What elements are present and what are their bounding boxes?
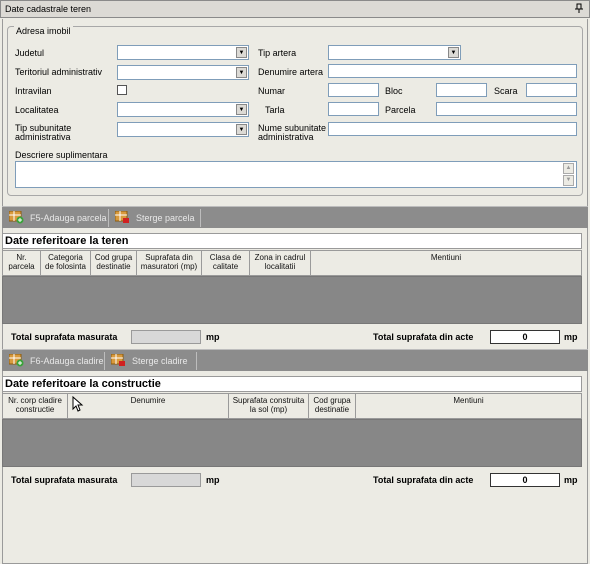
- toolbar-separator: [104, 352, 105, 370]
- delete-parcela-label: Sterge parcela: [136, 213, 195, 223]
- teren-total-masurata-field: [131, 330, 201, 344]
- scara-input[interactable]: [526, 83, 577, 97]
- col-suprafata-construita[interactable]: Suprafata construita la sol (mp): [229, 394, 309, 418]
- teren-total-masurata-label: Total suprafata masurata: [11, 332, 118, 342]
- parcela-toolbar: F5-Adauga parcela Sterge parcela: [2, 206, 588, 228]
- scara-label: Scara: [494, 86, 518, 96]
- tarla-label: Tarla: [265, 105, 285, 115]
- denumire-artera-input[interactable]: [328, 64, 577, 78]
- constructie-mp-label-1: mp: [206, 475, 220, 485]
- constructie-total-masurata-field: [131, 473, 201, 487]
- nume-subunitate-input[interactable]: [328, 122, 577, 136]
- add-cladire-button[interactable]: F6-Adauga cladire: [4, 351, 104, 371]
- delete-parcela-button[interactable]: Sterge parcela: [110, 208, 195, 228]
- toolbar-separator: [200, 209, 201, 227]
- add-parcela-button[interactable]: F5-Adauga parcela: [4, 208, 107, 228]
- teren-grid-body[interactable]: [2, 276, 582, 324]
- intravilan-checkbox[interactable]: [117, 85, 127, 95]
- col-denumire[interactable]: Denumire: [68, 394, 229, 418]
- mouse-cursor-icon: [72, 395, 84, 414]
- teren-mp-label-2: mp: [564, 332, 578, 342]
- teren-totals-row: Total suprafata masurata mp Total supraf…: [2, 326, 588, 348]
- constructie-mp-label-2: mp: [564, 475, 578, 485]
- localitatea-select[interactable]: ▼: [117, 102, 249, 117]
- parcela-input[interactable]: [436, 102, 577, 116]
- chevron-down-icon[interactable]: ▼: [236, 47, 247, 58]
- teren-grid-header: Nr. parcela Categoria de folosinta Cod gru…: [2, 250, 582, 276]
- cladire-toolbar: F6-Adauga cladire Sterge cladire: [2, 349, 588, 371]
- delete-grid-icon: [110, 353, 126, 367]
- teritoriul-label: Teritoriul administrativ: [15, 67, 103, 77]
- add-grid-icon: [8, 210, 24, 224]
- judetul-select[interactable]: ▼: [117, 45, 249, 60]
- constructie-section-title: Date referitoare la constructie: [2, 376, 582, 392]
- chevron-down-icon[interactable]: ▼: [448, 47, 459, 58]
- teren-mp-label-1: mp: [206, 332, 220, 342]
- col-zona[interactable]: Zona in cadrul localitatii: [250, 251, 311, 275]
- teritoriul-select[interactable]: ▼: [117, 65, 249, 80]
- tip-subunitate-label-2: administrativa: [15, 132, 71, 142]
- col-cod-grupa[interactable]: Cod grupa destinatie: [309, 394, 356, 418]
- panel-title: Date cadastrale teren: [5, 4, 92, 14]
- tip-subunitate-select[interactable]: ▼: [117, 122, 249, 137]
- intravilan-label: Intravilan: [15, 86, 52, 96]
- add-grid-icon: [8, 353, 24, 367]
- delete-cladire-button[interactable]: Sterge cladire: [106, 351, 188, 371]
- numar-label: Numar: [258, 86, 286, 96]
- teren-total-acte-label: Total suprafata din acte: [373, 332, 474, 342]
- col-nr-parcela[interactable]: Nr. parcela: [3, 251, 41, 275]
- nume-subunitate-label-2: administrativa: [258, 132, 314, 142]
- delete-cladire-label: Sterge cladire: [132, 356, 188, 366]
- constructie-total-acte-label: Total suprafata din acte: [373, 475, 474, 485]
- chevron-down-icon[interactable]: ▼: [236, 104, 247, 115]
- teren-total-acte-field[interactable]: 0: [490, 330, 560, 344]
- col-categoria[interactable]: Categoria de folosinta: [41, 251, 91, 275]
- scroll-up-icon[interactable]: ▲: [563, 163, 574, 174]
- descriere-textarea[interactable]: ▲ ▼: [15, 161, 577, 188]
- descriere-label: Descriere suplimentara: [15, 150, 108, 160]
- toolbar-separator: [196, 352, 197, 370]
- scroll-down-icon[interactable]: ▼: [563, 175, 574, 186]
- col-nr-corp[interactable]: Nr. corp cladire constructie: [3, 394, 68, 418]
- constructie-totals-row: Total suprafata masurata mp Total supraf…: [2, 469, 588, 491]
- teren-section-title: Date referitoare la teren: [2, 233, 582, 249]
- constructie-grid-body[interactable]: [2, 419, 582, 467]
- col-clasa[interactable]: Clasa de calitate: [202, 251, 250, 275]
- adresa-legend: Adresa imobil: [14, 26, 73, 36]
- delete-grid-icon: [114, 210, 130, 224]
- constructie-grid-header: Nr. corp cladire constructie Denumire Sup…: [2, 393, 582, 419]
- bloc-input[interactable]: [436, 83, 487, 97]
- col-suprafata[interactable]: Suprafata din masuratori (mp): [137, 251, 202, 275]
- pin-icon[interactable]: [573, 3, 585, 15]
- constructie-total-acte-field[interactable]: 0: [490, 473, 560, 487]
- denumire-artera-label: Denumire artera: [258, 67, 324, 77]
- tip-artera-select[interactable]: ▼: [328, 45, 461, 60]
- parcela-label: Parcela: [385, 105, 416, 115]
- panel-titlebar: Date cadastrale teren: [0, 0, 590, 18]
- judetul-label: Judetul: [15, 48, 45, 58]
- numar-input[interactable]: [328, 83, 379, 97]
- tarla-input[interactable]: [328, 102, 379, 116]
- tip-artera-label: Tip artera: [258, 48, 297, 58]
- add-cladire-label: F6-Adauga cladire: [30, 356, 104, 366]
- chevron-down-icon[interactable]: ▼: [236, 67, 247, 78]
- localitatea-label: Localitatea: [15, 105, 59, 115]
- constructie-total-masurata-label: Total suprafata masurata: [11, 475, 118, 485]
- chevron-down-icon[interactable]: ▼: [236, 124, 247, 135]
- toolbar-separator: [108, 209, 109, 227]
- bloc-label: Bloc: [385, 86, 403, 96]
- col-cod-grupa[interactable]: Cod grupa destinatie: [91, 251, 137, 275]
- col-mentiuni[interactable]: Mentiuni: [356, 394, 581, 418]
- col-mentiuni[interactable]: Mentiuni: [311, 251, 581, 275]
- add-parcela-label: F5-Adauga parcela: [30, 213, 107, 223]
